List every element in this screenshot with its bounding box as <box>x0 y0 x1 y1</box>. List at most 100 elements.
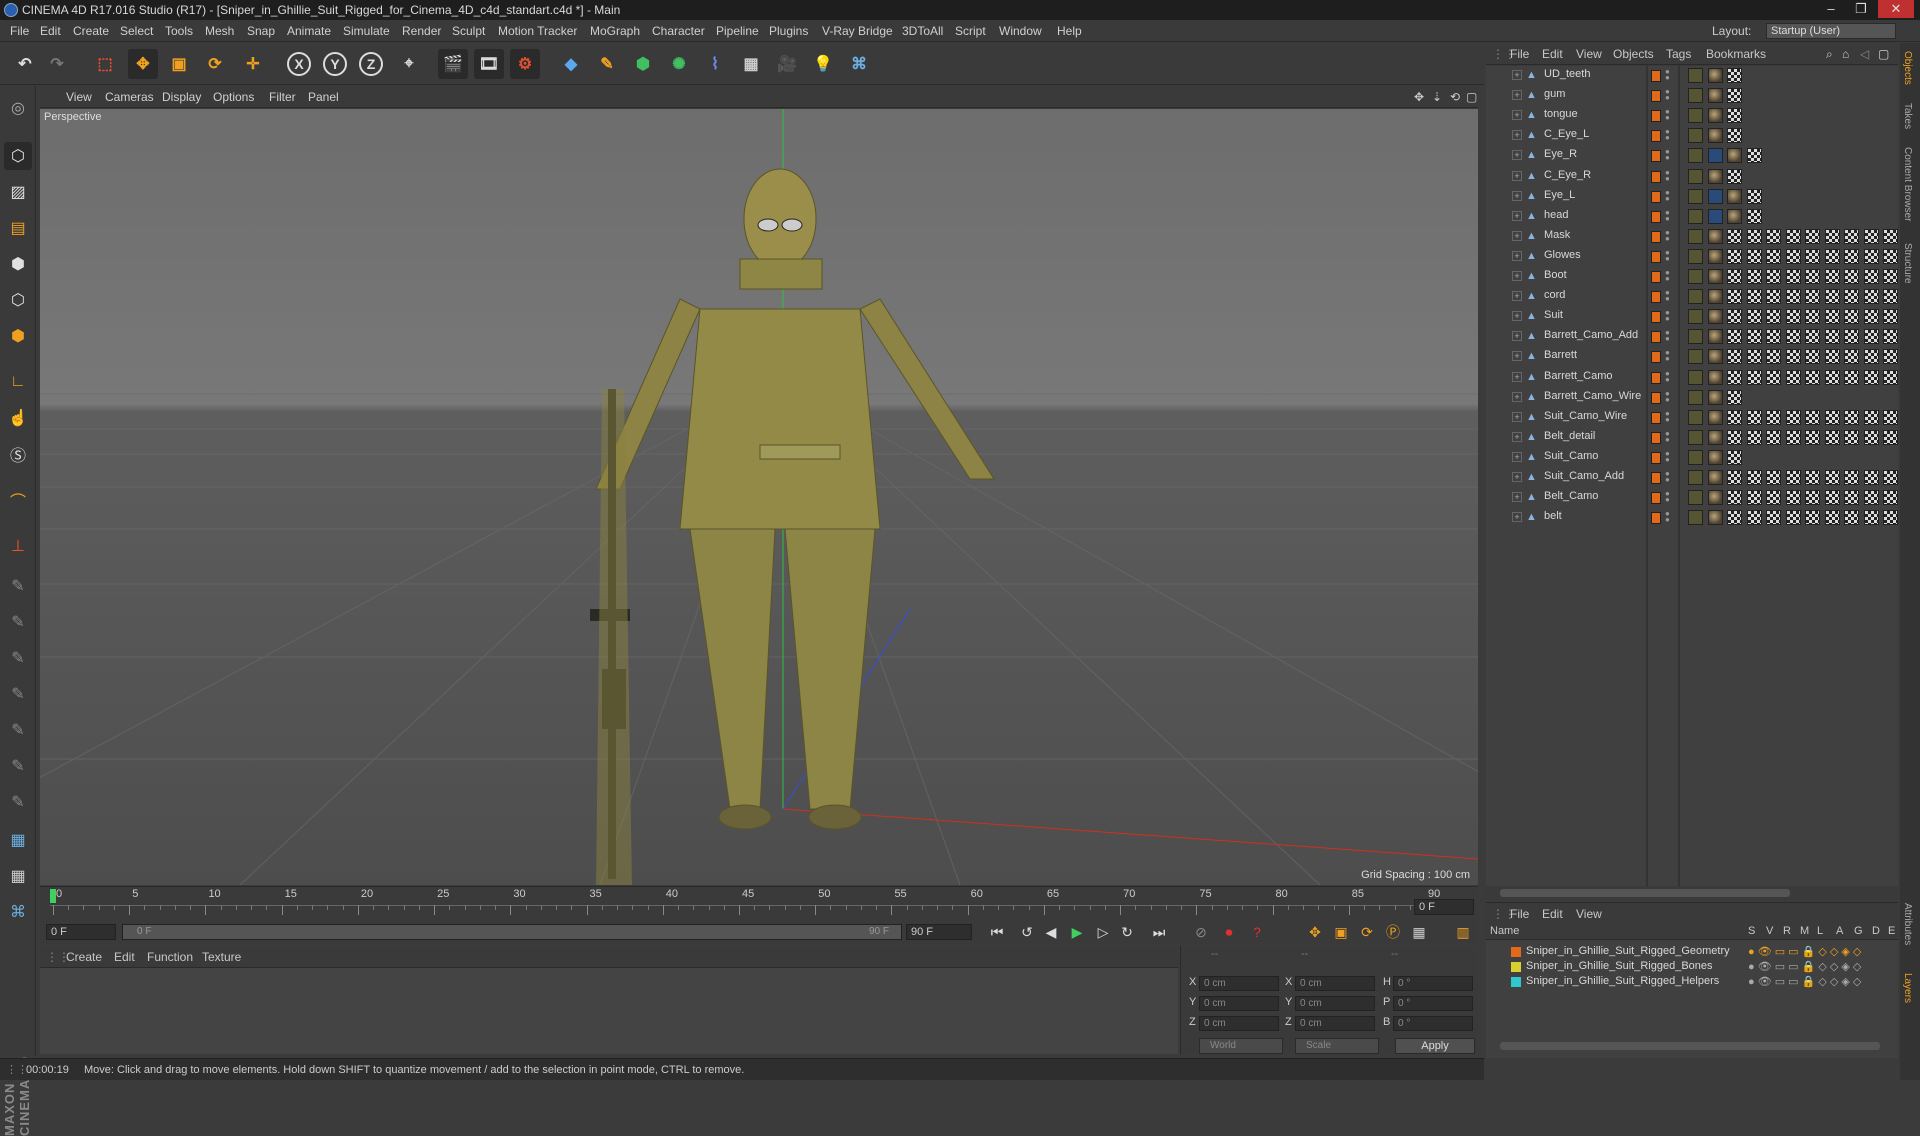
viewport-menu-cameras[interactable]: Cameras <box>105 86 154 108</box>
weight-tag-icon[interactable] <box>1688 490 1703 506</box>
object-row[interactable]: + ▲ Suit_Camo_Wire ● ● <box>1486 408 1898 428</box>
layer-color-indicator[interactable] <box>1651 311 1661 324</box>
expand-toggle-icon[interactable]: + <box>1512 311 1522 322</box>
layer-color-indicator[interactable] <box>1651 170 1661 183</box>
coordinate-space-select[interactable]: World <box>1199 1038 1283 1054</box>
material-tag-icon[interactable] <box>1707 108 1723 124</box>
key-parameter-icon[interactable]: Ⓟ <box>1382 922 1404 942</box>
layer-color-indicator[interactable] <box>1651 431 1661 444</box>
material-tag-icon[interactable] <box>1707 128 1723 144</box>
menu-sculpt[interactable]: Sculpt <box>452 20 485 42</box>
object-row[interactable]: + ▲ C_Eye_L ● ● <box>1486 126 1898 146</box>
object-row[interactable]: + ▲ Belt_Camo ● ● <box>1486 488 1898 508</box>
texture-tag-icon[interactable] <box>1746 490 1762 506</box>
texture-tag-icon[interactable] <box>1785 329 1801 345</box>
weight-tag-icon[interactable] <box>1688 470 1703 485</box>
material-tag-icon[interactable] <box>1707 289 1723 305</box>
material-tag-icon[interactable] <box>1707 349 1723 365</box>
play-icon[interactable]: ▶ <box>1066 922 1088 942</box>
object-row[interactable]: + ▲ Glowes ● ● <box>1486 247 1898 267</box>
texture-tag-icon[interactable] <box>1863 329 1879 345</box>
close-icon[interactable]: ✕ <box>1878 0 1914 18</box>
move-tool-icon[interactable]: ✥ <box>128 49 158 79</box>
expand-toggle-icon[interactable]: + <box>1512 391 1522 402</box>
texture-tag-icon[interactable] <box>1785 349 1801 365</box>
menu-script[interactable]: Script <box>955 20 986 42</box>
layer-color-indicator[interactable] <box>1651 331 1661 344</box>
material-menu-edit[interactable]: Edit <box>114 946 135 968</box>
size-mode-select[interactable]: Scale <box>1295 1038 1379 1054</box>
layout-select[interactable]: Startup (User) <box>1766 23 1896 39</box>
texture-tag-icon[interactable] <box>1727 510 1742 526</box>
layer-menu-edit[interactable]: Edit <box>1542 903 1563 925</box>
z-axis-lock-icon[interactable]: Z <box>356 49 386 79</box>
visibility-dots-icon[interactable]: ● ● <box>1665 510 1671 525</box>
texture-tag-icon[interactable] <box>1746 289 1762 305</box>
texture-tag-icon[interactable] <box>1746 269 1762 284</box>
texture-tag-icon[interactable] <box>1785 510 1801 526</box>
texture-tag-icon[interactable] <box>1766 309 1781 325</box>
layer-color-indicator[interactable] <box>1651 130 1661 143</box>
python-script-icon[interactable]: ⌘ <box>4 898 32 926</box>
deformer-icon[interactable]: ⌇ <box>700 49 730 79</box>
expand-toggle-icon[interactable]: + <box>1512 492 1522 503</box>
menu-mesh[interactable]: Mesh <box>205 20 234 42</box>
light-icon[interactable]: 💡 <box>808 49 838 79</box>
texture-tag-icon[interactable] <box>1766 329 1781 345</box>
expand-toggle-icon[interactable]: + <box>1512 371 1522 382</box>
texture-tag-icon[interactable] <box>1746 248 1762 264</box>
object-row[interactable]: + ▲ head ● ● <box>1486 207 1898 227</box>
layer-color-indicator[interactable] <box>1651 371 1661 384</box>
texture-tag-icon[interactable] <box>1863 248 1879 264</box>
menu-pipeline[interactable]: Pipeline <box>716 20 759 42</box>
texture-tag-icon[interactable] <box>1844 429 1859 445</box>
menu-window[interactable]: Window <box>999 20 1042 42</box>
material-tag-icon[interactable] <box>1707 490 1723 506</box>
texture-tag-icon[interactable] <box>1844 269 1859 284</box>
texture-tag-icon[interactable] <box>1746 349 1762 365</box>
visibility-dots-icon[interactable]: ● ● <box>1665 248 1671 264</box>
texture-tag-icon[interactable] <box>1727 369 1742 385</box>
viewport-menu-view[interactable]: View <box>66 86 92 108</box>
key-pla-icon[interactable]: ▦ <box>1408 922 1430 942</box>
object-row[interactable]: + ▲ gum ● ● <box>1486 86 1898 106</box>
expand-toggle-icon[interactable]: + <box>1512 331 1522 342</box>
size-z-field[interactable]: 0 cm <box>1295 1016 1375 1031</box>
layer-scrollbar[interactable] <box>1500 1042 1880 1050</box>
expand-toggle-icon[interactable]: + <box>1512 411 1522 422</box>
menu-snap[interactable]: Snap <box>247 20 275 42</box>
live-selection-icon[interactable]: ⬚ <box>90 49 120 79</box>
object-row[interactable]: + ▲ Boot ● ● <box>1486 267 1898 287</box>
texture-tag-icon[interactable] <box>1766 510 1781 526</box>
texture-tag-icon[interactable] <box>1824 369 1840 385</box>
object-menu-file[interactable]: File <box>1510 43 1529 65</box>
texture-tag-icon[interactable] <box>1727 309 1742 325</box>
object-row[interactable]: + ▲ Eye_L ● ● <box>1486 187 1898 207</box>
layer-color-indicator[interactable] <box>1651 351 1661 364</box>
menu-vray-bridge[interactable]: V-Ray Bridge <box>822 20 893 42</box>
new-window-icon[interactable]: ▢ <box>1878 43 1889 65</box>
minimize-icon[interactable]: – <box>1818 0 1844 18</box>
layer-toggle-icons[interactable]: ● 👁 ▭ ▭ 🔒 ◇ ◇ ◈ ◇ <box>1748 960 1861 973</box>
viewport-nav-rotate-icon[interactable]: ⟲ <box>1450 86 1460 108</box>
texture-tag-icon[interactable] <box>1727 248 1742 264</box>
key-scale-icon[interactable]: ▣ <box>1330 922 1352 942</box>
visibility-dots-icon[interactable]: ● ● <box>1665 228 1671 244</box>
expand-toggle-icon[interactable]: + <box>1512 512 1522 523</box>
rot-b-field[interactable]: 0 ° <box>1393 1016 1473 1031</box>
texture-mode-icon[interactable]: ▨ <box>4 178 32 206</box>
object-row[interactable]: + ▲ belt ● ● <box>1486 508 1898 528</box>
texture-tag-icon[interactable] <box>1883 409 1898 425</box>
apply-button[interactable]: Apply <box>1395 1038 1475 1054</box>
texture-tag-icon[interactable] <box>1746 409 1762 425</box>
rotate-tool-icon[interactable]: ⟳ <box>200 49 230 79</box>
x-axis-lock-icon[interactable]: X <box>284 49 314 79</box>
material-list-area[interactable] <box>40 968 1178 1054</box>
y-axis-lock-icon[interactable]: Y <box>320 49 350 79</box>
next-key-icon[interactable]: ↻ <box>1116 922 1138 942</box>
weight-tag-icon[interactable] <box>1688 369 1703 385</box>
rot-h-field[interactable]: 0 ° <box>1393 976 1473 991</box>
layer-color-indicator[interactable] <box>1651 70 1661 82</box>
texture-tag-icon[interactable] <box>1844 329 1859 345</box>
object-row[interactable]: + ▲ cord ● ● <box>1486 287 1898 307</box>
